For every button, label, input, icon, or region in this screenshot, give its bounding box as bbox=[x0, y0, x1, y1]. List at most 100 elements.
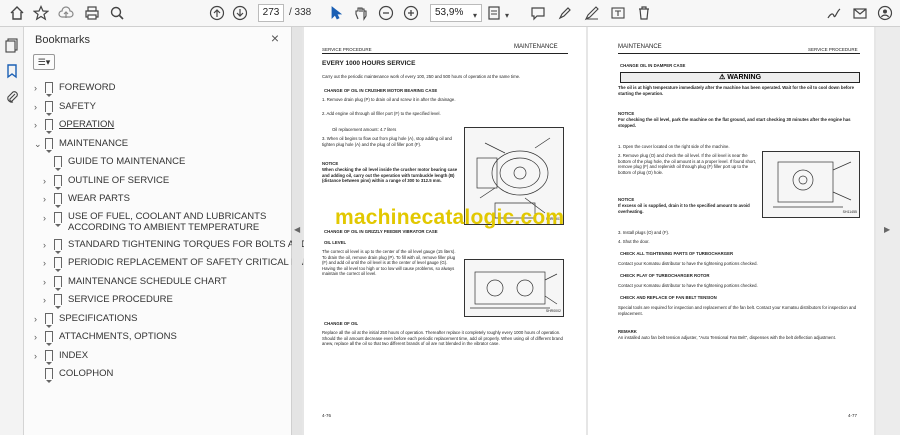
draw-icon[interactable] bbox=[582, 3, 602, 23]
chevron-right-icon[interactable]: › bbox=[34, 351, 37, 361]
chevron-right-icon[interactable]: › bbox=[43, 295, 46, 305]
bookmark-item[interactable]: › INDEX bbox=[24, 348, 290, 367]
chevron-right-icon[interactable]: › bbox=[34, 314, 37, 324]
bookmark-label: SPECIFICATIONS bbox=[59, 312, 138, 324]
bookmark-icon bbox=[45, 312, 53, 328]
document-page-right: MAINTENANCE SERVICE PROCEDURE CHANGE OIL… bbox=[588, 27, 874, 435]
warning-banner: ⚠ WARNING bbox=[620, 72, 860, 83]
bookmark-item[interactable]: › FOREWORD bbox=[24, 80, 290, 99]
fit-page-icon[interactable] bbox=[484, 3, 504, 23]
page-number: 4-77 bbox=[848, 413, 858, 418]
bookmark-item[interactable]: GUIDE TO MAINTENANCE bbox=[24, 154, 290, 173]
chevron-right-icon[interactable]: › bbox=[43, 258, 46, 268]
bookmark-label: GUIDE TO MAINTENANCE bbox=[68, 156, 186, 167]
bookmarks-panel-icon[interactable] bbox=[2, 61, 22, 81]
intro-text: Carry out the periodic maintenance work … bbox=[322, 74, 521, 79]
comment-icon[interactable] bbox=[528, 3, 548, 23]
mail-icon[interactable] bbox=[850, 3, 870, 23]
bookmark-item[interactable]: › USE OF FUEL, COOLANT AND LUBRICANTS ACC… bbox=[24, 210, 290, 237]
bookmark-item[interactable]: › ATTACHMENTS, OPTIONS bbox=[24, 329, 290, 348]
delete-icon[interactable] bbox=[634, 3, 654, 23]
bookmark-label: OPERATION bbox=[59, 119, 115, 130]
bookmark-label: MAINTENANCE bbox=[59, 137, 129, 149]
bookmark-icon bbox=[54, 211, 62, 227]
step-text: 3. When oil begins to flow out from plug… bbox=[322, 136, 452, 147]
expand-arrow-icon[interactable]: ▶ bbox=[884, 225, 890, 234]
bookmark-icon bbox=[54, 193, 62, 208]
bookmark-item[interactable]: › SAFETY bbox=[24, 99, 290, 118]
subheading: CHANGE OF OIL IN CRUSHER MOTOR BEARING C… bbox=[324, 88, 438, 93]
oil-level-text: The correct oil level is up to the cente… bbox=[322, 249, 456, 277]
highlight-icon[interactable] bbox=[555, 3, 575, 23]
zoom-in-icon[interactable] bbox=[401, 3, 421, 23]
bookmark-item[interactable]: › MAINTENANCE SCHEDULE CHART bbox=[24, 274, 290, 293]
right-tool-rail: ▶ bbox=[876, 27, 900, 435]
subheading: CHANGE OF OIL bbox=[324, 321, 359, 326]
bookmarks-panel: Bookmarks × ☰▾ › FOREWORD › SAFETY › OPERATIO… bbox=[24, 27, 336, 435]
remark-label: REMARK bbox=[618, 329, 637, 334]
bookmark-item[interactable]: › OUTLINE OF SERVICE bbox=[24, 173, 290, 192]
chevron-right-icon[interactable]: › bbox=[43, 277, 46, 287]
page-header-left: SERVICE PROCEDURE bbox=[322, 47, 372, 52]
account-icon[interactable] bbox=[875, 3, 895, 23]
bookmark-item[interactable]: › SERVICE PROCEDURE bbox=[24, 292, 290, 311]
subheading: CHECK ALL TIGHTENING PARTS OF TURBOCHARG… bbox=[620, 251, 734, 256]
notice-label: NOTICE bbox=[322, 161, 339, 166]
chevron-right-icon[interactable]: › bbox=[34, 83, 37, 93]
zoom-dropdown-icon[interactable]: ▾ bbox=[470, 5, 480, 25]
bookmark-star-icon[interactable] bbox=[31, 3, 51, 23]
bookmark-item[interactable]: COLOPHON bbox=[24, 366, 290, 385]
chevron-right-icon[interactable]: › bbox=[34, 102, 37, 112]
subheading: CHECK PLAY OF TURBOCHARGER ROTOR bbox=[620, 273, 710, 278]
text-edit-icon[interactable] bbox=[608, 3, 628, 23]
print-icon[interactable] bbox=[82, 3, 102, 23]
document-page-left: SERVICE PROCEDURE MAINTENANCE EVERY 1000… bbox=[304, 27, 586, 435]
bookmark-item[interactable]: › WEAR PARTS bbox=[24, 191, 290, 210]
step-text: 2. Add engine oil through oil filler por… bbox=[322, 111, 441, 116]
hand-tool-icon[interactable] bbox=[351, 3, 371, 23]
chevron-down-icon[interactable]: ⌄ bbox=[34, 139, 42, 150]
page-number-input[interactable]: 273 bbox=[258, 4, 284, 22]
pages-panel-icon[interactable] bbox=[2, 35, 22, 55]
notice-text: For checking the oil level, park the mac… bbox=[618, 117, 851, 128]
fit-dropdown-icon[interactable]: ▾ bbox=[502, 5, 512, 25]
chevron-right-icon[interactable]: › bbox=[43, 194, 46, 204]
bookmark-icon bbox=[45, 368, 53, 383]
chevron-right-icon[interactable]: › bbox=[43, 240, 46, 250]
bookmark-item[interactable]: ⌄ MAINTENANCE bbox=[24, 136, 290, 155]
home-icon[interactable] bbox=[7, 3, 27, 23]
step-text: 3. Install plugs (O) and (F). bbox=[618, 230, 670, 235]
zoom-out-icon[interactable] bbox=[376, 3, 396, 23]
page-up-icon[interactable] bbox=[207, 3, 227, 23]
page-down-icon[interactable] bbox=[230, 3, 250, 23]
panel-splitter[interactable]: ◀ bbox=[292, 27, 302, 435]
notice-label: NOTICE bbox=[618, 197, 635, 202]
close-icon[interactable]: × bbox=[271, 30, 279, 46]
subheading: CHECK AND REPLACE OF FAN BELT TENSION bbox=[620, 295, 717, 300]
bookmark-icon bbox=[54, 156, 62, 171]
left-tool-rail bbox=[0, 27, 24, 435]
bookmark-label: FOREWORD bbox=[59, 82, 116, 93]
bookmark-icon bbox=[45, 349, 53, 365]
chevron-right-icon[interactable]: › bbox=[43, 176, 46, 186]
upload-icon[interactable] bbox=[56, 3, 76, 23]
bookmark-item[interactable]: › PERIODIC REPLACEMENT OF SAFETY CRITICAL… bbox=[24, 255, 322, 274]
bookmark-options-button[interactable]: ☰▾ bbox=[33, 54, 55, 70]
bookmark-label: COLOPHON bbox=[59, 368, 114, 379]
body-text: Contact your Komatsu distributor to have… bbox=[618, 283, 758, 288]
notice-text: When checking the oil level inside the c… bbox=[322, 167, 458, 184]
watermark: machinecatalogic.com bbox=[335, 206, 565, 229]
attachments-panel-icon[interactable] bbox=[2, 87, 22, 107]
select-cursor-icon[interactable] bbox=[326, 3, 346, 23]
sign-icon[interactable] bbox=[824, 3, 844, 23]
chevron-right-icon[interactable]: › bbox=[34, 332, 37, 342]
bookmark-label: OUTLINE OF SERVICE bbox=[68, 174, 170, 186]
bookmark-item[interactable]: › OPERATION bbox=[24, 117, 290, 136]
bookmark-label: INDEX bbox=[59, 349, 89, 361]
chevron-right-icon[interactable]: › bbox=[34, 120, 37, 130]
bookmark-item[interactable]: › SPECIFICATIONS bbox=[24, 311, 290, 330]
collapse-arrow-icon[interactable]: ◀ bbox=[294, 225, 300, 234]
bookmark-item[interactable]: › STANDARD TIGHTENING TORQUES FOR BOLTS A… bbox=[24, 237, 336, 256]
chevron-right-icon[interactable]: › bbox=[43, 213, 46, 223]
zoom-search-icon[interactable] bbox=[107, 3, 127, 23]
